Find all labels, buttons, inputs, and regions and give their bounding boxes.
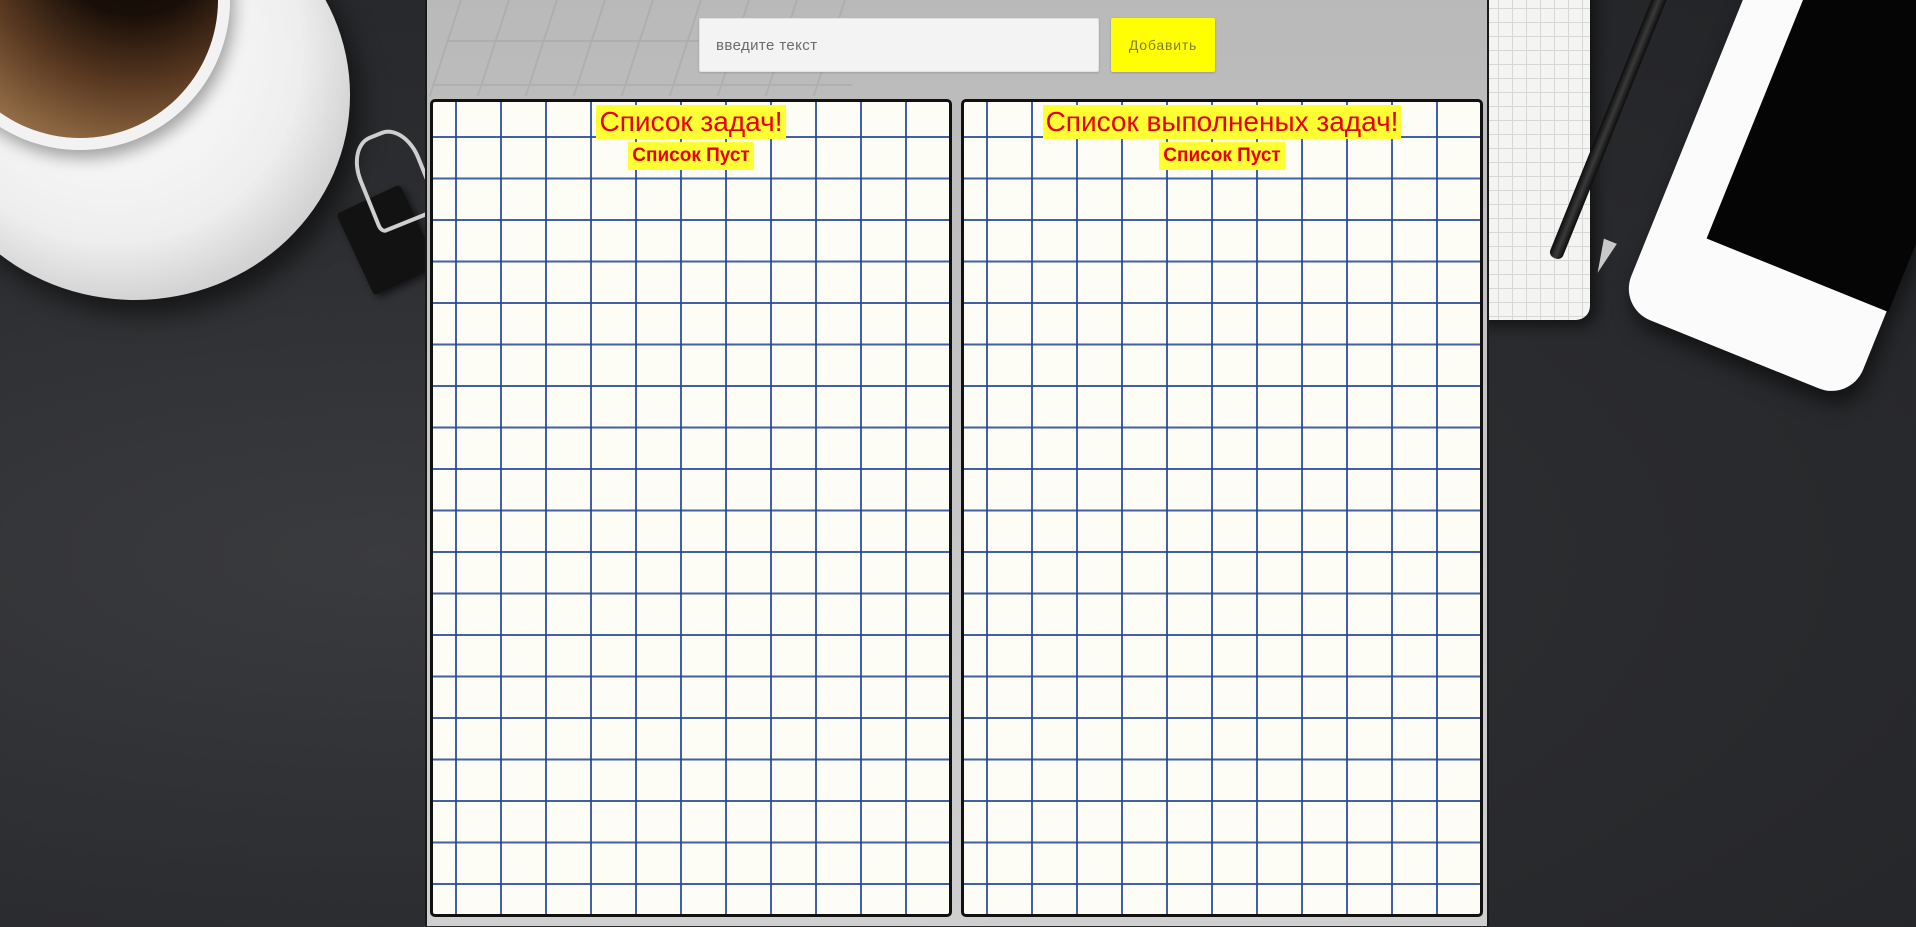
todo-app: Добавить Список задач! Список Пуст Списо… (425, 0, 1489, 926)
todo-list-title: Список задач! (596, 105, 786, 139)
todo-list-empty-message: Список Пуст (628, 142, 754, 170)
pen-tip-image (1591, 238, 1617, 276)
add-task-button[interactable]: Добавить (1111, 18, 1215, 72)
done-list-title: Список выполненых задач! (1042, 105, 1402, 139)
add-task-form: Добавить (427, 18, 1487, 74)
done-list-panel: Список выполненых задач! Список Пуст (961, 99, 1483, 917)
done-list-empty-message: Список Пуст (1159, 142, 1285, 170)
task-text-input[interactable] (699, 18, 1099, 72)
todo-list-panel: Список задач! Список Пуст (430, 99, 952, 917)
